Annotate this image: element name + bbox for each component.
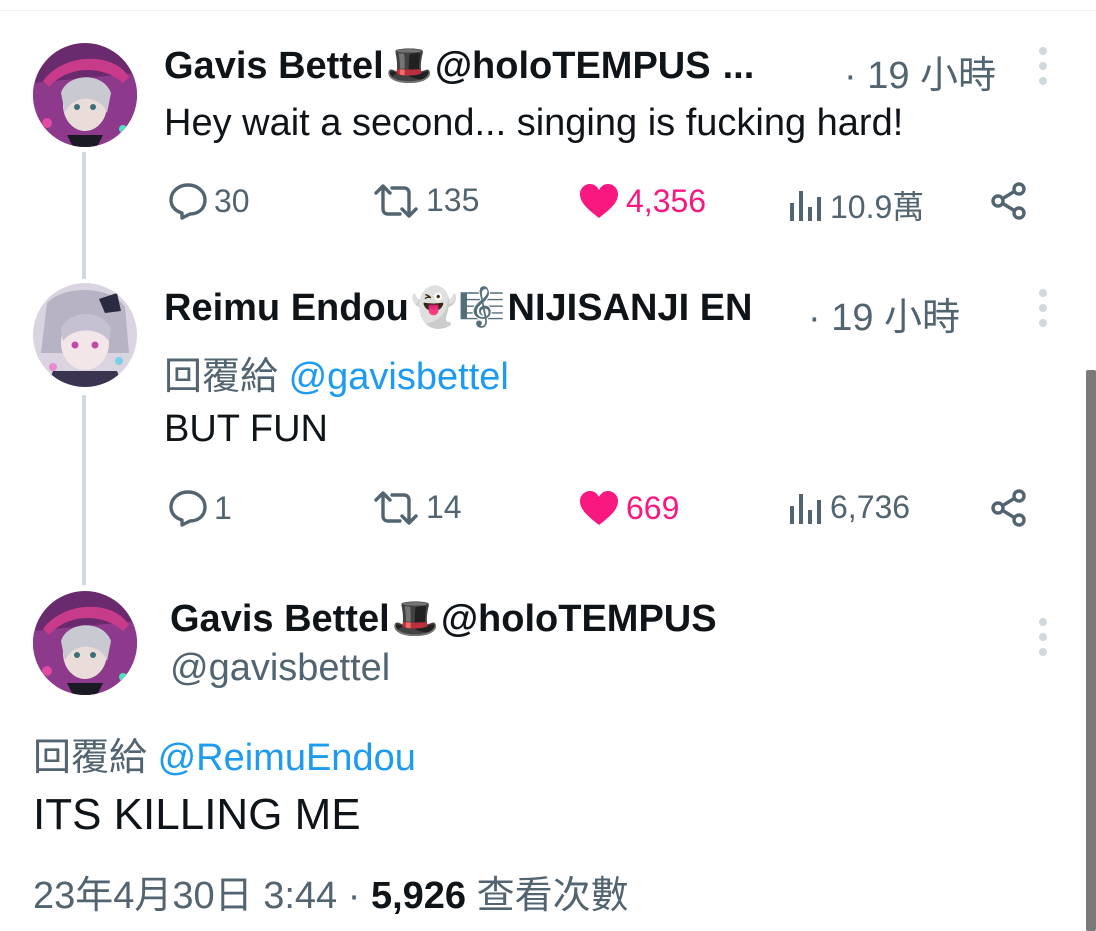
scrollbar[interactable] [1086,370,1096,931]
tweet-text: ITS KILLING ME [33,790,361,839]
display-name: Gavis Bettel [170,597,390,640]
display-name: Reimu Endou [164,286,409,329]
thread-connector [82,152,86,279]
retweet-count: 135 [426,182,480,218]
display-name-suffix: NIJISANJI EN [507,286,753,329]
tweet-text: Hey wait a second... singing is fucking … [164,102,904,144]
more-options-icon[interactable] [1038,618,1048,656]
top-hat-emoji: 🎩 [385,45,433,87]
reply-button[interactable]: 30 [168,182,250,220]
analytics-icon [790,493,821,524]
tweet-author[interactable]: Gavis Bettel 🎩 @holoTEMPUS ... [164,44,754,88]
tweet-time[interactable]: · 19 小時 [808,286,960,341]
views-label: 查看次數 [476,875,629,917]
retweet-icon [374,183,418,218]
share-icon [991,182,1026,220]
view-count: 10.9萬 [830,189,925,225]
display-name: Gavis Bettel [164,44,384,87]
retweet-icon [374,490,418,525]
reply-button[interactable]: 1 [168,489,232,527]
separator: · [347,875,361,917]
more-options-icon[interactable] [1038,47,1048,85]
like-button[interactable]: 669 [578,489,679,527]
reply-icon [169,183,207,220]
avatar[interactable] [33,591,137,695]
like-count: 4,356 [626,182,707,219]
heart-icon [580,184,618,218]
author-handle[interactable]: @gavisbettel [170,647,390,690]
views-button[interactable]: 10.9萬 [788,182,924,228]
replying-to: 回覆給 @gavisbettel [164,345,509,400]
avatar[interactable] [33,43,137,147]
top-hat-emoji: 🎩 [391,598,439,640]
thread-connector [82,395,86,585]
like-count: 669 [626,489,680,526]
heart-icon [580,491,618,525]
tweet-text: BUT FUN [164,408,328,450]
reply-mention-link[interactable]: @ReimuEndou [158,737,416,779]
display-name-suffix: @holoTEMPUS [434,44,711,87]
reply-prefix: 回覆給 [164,356,279,398]
share-button[interactable] [990,182,1028,220]
analytics-icon [790,191,821,221]
share-button[interactable] [990,489,1028,527]
reply-mention-link[interactable]: @gavisbettel [289,356,509,398]
reply-count: 30 [214,182,250,219]
top-divider [0,10,1096,11]
retweet-count: 14 [426,489,462,525]
retweet-button[interactable]: 135 [372,182,479,219]
reply-count: 1 [214,489,232,526]
tweet-timestamp-row: 23年4月30日 3:44 · 5,926 查看次數 [33,864,629,919]
tweet-author[interactable]: Reimu Endou 👻🎼 NIJISANJI EN [164,286,753,330]
tweet-author[interactable]: Gavis Bettel 🎩 @holoTEMPUS [170,597,717,641]
tweet-timestamp[interactable]: 23年4月30日 3:44 [33,875,337,917]
reply-icon [169,490,207,527]
reply-prefix: 回覆給 [33,737,148,779]
tweet-time[interactable]: · 19 小時 [844,44,996,99]
replying-to: 回覆給 @ReimuEndou [33,726,416,781]
views-button[interactable]: 6,736 [788,489,910,526]
retweet-button[interactable]: 14 [372,489,462,526]
avatar[interactable] [33,283,137,387]
like-button[interactable]: 4,356 [578,182,706,220]
view-count: 6,736 [830,489,911,525]
share-icon [991,489,1026,527]
more-options-icon[interactable] [1038,289,1048,327]
name-truncation: ... [722,44,755,87]
ghost-music-emoji: 👻🎼 [410,287,506,329]
views-count: 5,926 [370,875,467,917]
display-name-suffix: @holoTEMPUS [440,597,717,640]
